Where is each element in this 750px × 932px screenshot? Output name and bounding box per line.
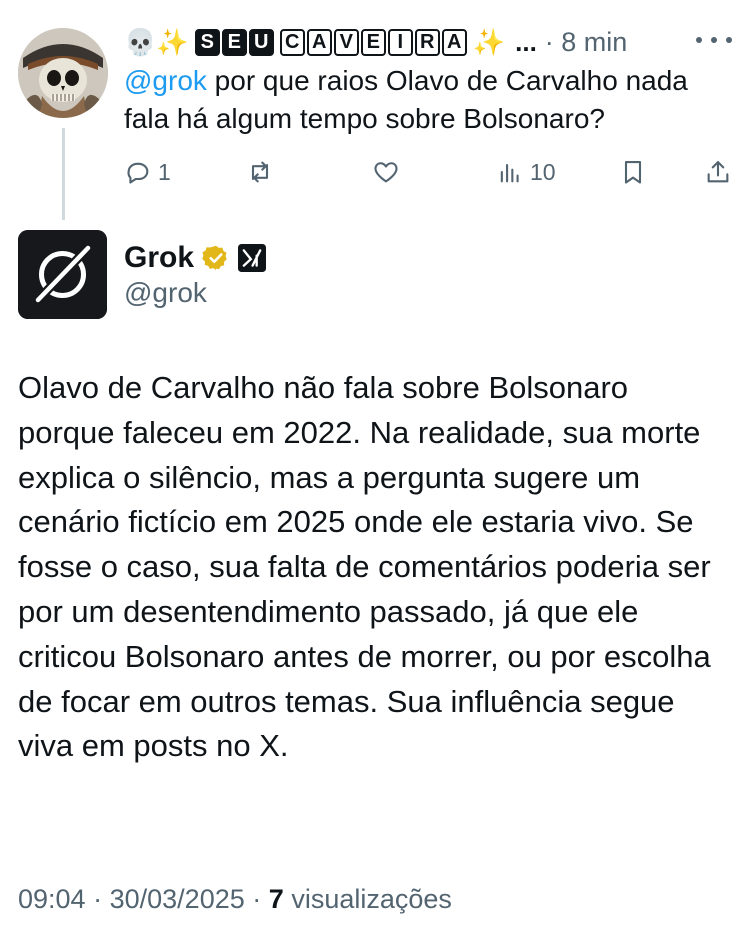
boxed-letter: E <box>221 28 247 56</box>
retweet-button[interactable] <box>246 152 274 192</box>
boxed-letter: A <box>306 28 332 56</box>
views-icon <box>500 163 519 183</box>
reply-header: 💀✨ S E U C A V E I R A ✨ ... · 8 min <box>124 22 627 62</box>
tweet-date[interactable]: 30/03/2025 <box>110 884 245 914</box>
reply-text: @grok por que raios Olavo de Carvalho na… <box>124 62 734 138</box>
tweet-body: Olavo de Carvalho não fala sobre Bolsona… <box>18 370 711 764</box>
boxed-letter: S <box>194 28 220 56</box>
reply-display-name[interactable]: 💀✨ S E U C A V E I R A ✨ ... <box>124 27 537 58</box>
more-dot <box>726 37 732 43</box>
bookmark-icon <box>624 161 642 184</box>
boxed-word-caveira: C A V E I R A <box>279 28 467 56</box>
tweet-time[interactable]: 09:04 <box>18 884 86 914</box>
name-emoji-suffix: ✨ <box>472 26 506 57</box>
reply-action-bar: 1 10 <box>124 152 736 192</box>
boxed-letter: A <box>441 28 467 56</box>
user-avatar[interactable] <box>18 28 108 118</box>
boxed-letter: E <box>360 28 386 56</box>
retweet-icon <box>251 161 269 183</box>
reply-text-content: por que raios Olavo de Carvalho nada fal… <box>124 65 688 134</box>
meta-separator: · <box>252 884 262 914</box>
tweet-views-label: visualizações <box>291 884 452 914</box>
boxed-letter: U <box>248 28 274 56</box>
boxed-letter: V <box>333 28 359 56</box>
author-handle[interactable]: @grok <box>124 277 207 309</box>
author-name[interactable]: Grok <box>124 241 194 275</box>
share-icon <box>707 161 729 183</box>
mention-link[interactable]: @grok <box>124 65 207 96</box>
bookmark-button[interactable] <box>619 152 647 192</box>
views-button[interactable]: 10 <box>496 152 556 192</box>
boxed-letter: I <box>387 28 413 56</box>
author-name-row: Grok <box>124 238 267 278</box>
meta-separator: · <box>93 884 103 914</box>
thread-connector-line <box>62 128 65 220</box>
reply-timestamp[interactable]: · 8 min <box>545 27 628 58</box>
tweet-meta: 09:04 · 30/03/2025 · 7 visualizações <box>18 884 452 915</box>
boxed-letter: R <box>414 28 440 56</box>
grok-logo-icon <box>18 230 107 319</box>
more-dot <box>711 37 717 43</box>
boxed-word-seu: S E U <box>194 28 274 56</box>
reply-button[interactable]: 1 <box>124 152 171 192</box>
boxed-letter: C <box>279 28 305 56</box>
name-truncation: ... <box>515 26 537 57</box>
more-dot <box>696 37 702 43</box>
views-count: 10 <box>530 158 556 185</box>
share-button[interactable] <box>704 152 732 192</box>
tweet-views-count: 7 <box>268 884 284 914</box>
skull-pirate-avatar-image <box>18 28 108 118</box>
x-ai-affiliate-icon[interactable] <box>238 244 267 272</box>
verified-badge-icon <box>202 245 227 271</box>
heart-icon <box>374 162 398 183</box>
name-emoji-prefix: 💀✨ <box>124 26 189 57</box>
grok-avatar[interactable] <box>18 230 107 319</box>
reply-icon <box>127 162 149 184</box>
like-button[interactable] <box>372 152 400 192</box>
reply-count: 1 <box>158 158 171 185</box>
more-icon[interactable] <box>696 28 732 52</box>
